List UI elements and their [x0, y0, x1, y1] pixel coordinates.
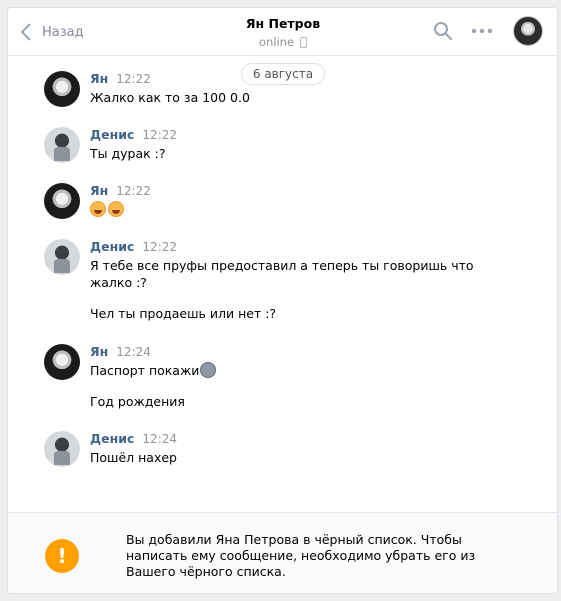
message-time: 12:22: [116, 184, 151, 198]
message-author[interactable]: Денис: [90, 127, 134, 142]
chat-header: Назад Ян Петров online: [8, 8, 557, 56]
message-text: Год рождения: [90, 394, 185, 409]
message-emoji-line: [90, 201, 547, 218]
message-text: Я тебе все пруфы предоставил а теперь ты…: [90, 258, 474, 273]
status-text: online: [258, 35, 295, 49]
message-text: Паспорт покажи: [90, 363, 200, 378]
search-icon[interactable]: [433, 21, 453, 41]
blacklist-notice: ! Вы добавили Яна Петрова в чёрный списо…: [8, 512, 557, 593]
message-author[interactable]: Ян: [90, 183, 108, 198]
back-label: Назад: [42, 24, 84, 40]
more-icon[interactable]: [471, 26, 493, 36]
laughing-emoji-icon: [108, 201, 124, 217]
header-avatar[interactable]: [513, 16, 543, 46]
message-time: 12:24: [142, 432, 178, 446]
message-time: 12:22: [142, 240, 178, 254]
avatar-denis[interactable]: [44, 431, 80, 467]
laughing-emoji-icon: [90, 201, 106, 217]
message-text: Ты дурак :?: [90, 146, 166, 161]
chat-panel: Назад Ян Петров online 6 августа Ян 12:2…: [7, 7, 558, 594]
message-text: жалко :?: [90, 275, 147, 290]
avatar-denis[interactable]: [44, 239, 80, 275]
message-time: 12:22: [116, 72, 151, 86]
chat-title-block[interactable]: Ян Петров online: [188, 16, 378, 49]
message-text: Жалко как то за 100 0.0: [90, 90, 250, 105]
warning-icon: !: [45, 539, 79, 573]
message-time: 12:22: [142, 128, 178, 142]
message-text: Пошёл нахер: [90, 450, 177, 465]
message-author[interactable]: Денис: [90, 431, 134, 446]
gray-face-emoji-icon: [200, 362, 217, 378]
online-status: online: [188, 35, 378, 49]
avatar-yan[interactable]: [44, 183, 80, 219]
message-time: 12:24: [116, 345, 151, 359]
chevron-left-icon: [20, 23, 31, 41]
avatar-yan[interactable]: [44, 344, 80, 380]
mobile-icon: [300, 36, 308, 48]
blacklist-notice-text: Вы добавили Яна Петрова в чёрный список.…: [126, 532, 476, 579]
avatar-yan[interactable]: [44, 71, 80, 107]
message-text: Чел ты продаешь или нет :?: [90, 306, 277, 321]
message-author[interactable]: Ян: [90, 71, 108, 86]
chat-title: Ян Петров: [245, 16, 321, 31]
message-author[interactable]: Ян: [90, 344, 108, 359]
back-button[interactable]: Назад: [20, 22, 84, 42]
message-text-row: Паспорт покажи: [90, 362, 547, 379]
message-author[interactable]: Денис: [90, 239, 134, 254]
avatar-denis[interactable]: [44, 127, 80, 163]
